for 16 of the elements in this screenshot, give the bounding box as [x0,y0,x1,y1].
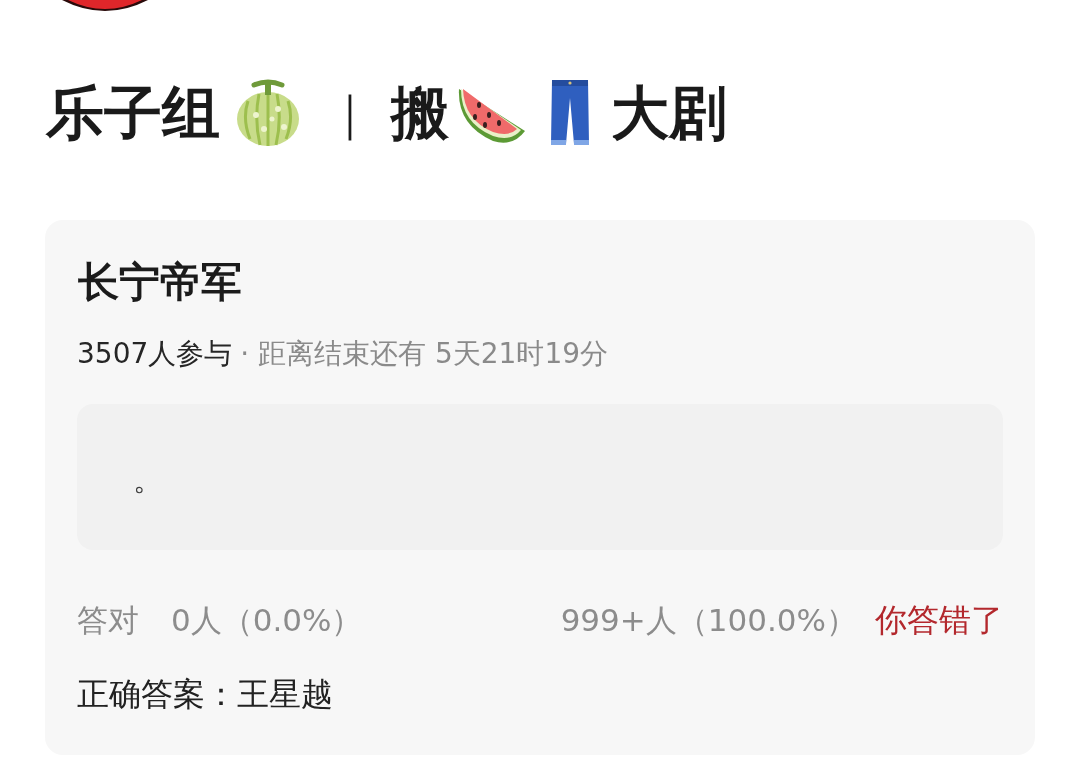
title-text: 乐子组 [46,78,220,148]
title-separator: ｜ [327,85,372,143]
correct-label: 答对 [77,601,139,640]
deadline-text: · 距离结束还有 5天21时19分 [240,336,609,372]
title-text: 搬 [391,78,449,148]
result-text: 你答错了 [875,600,1003,641]
melon-icon [234,79,302,147]
answer-text: 。 [133,461,163,499]
quiz-title: 长宁帝军 [78,257,243,308]
participant-count: 3507人参与 [77,336,233,372]
title-text: 大剧 [611,78,727,148]
wrong-count: 999+人（100.0%） [560,601,857,640]
jeans-icon [549,78,591,148]
correct-count: 0人（0.0%） [171,601,363,640]
correct-answer: 正确答案：王星越 [77,674,334,715]
avatar-icon [62,0,148,11]
